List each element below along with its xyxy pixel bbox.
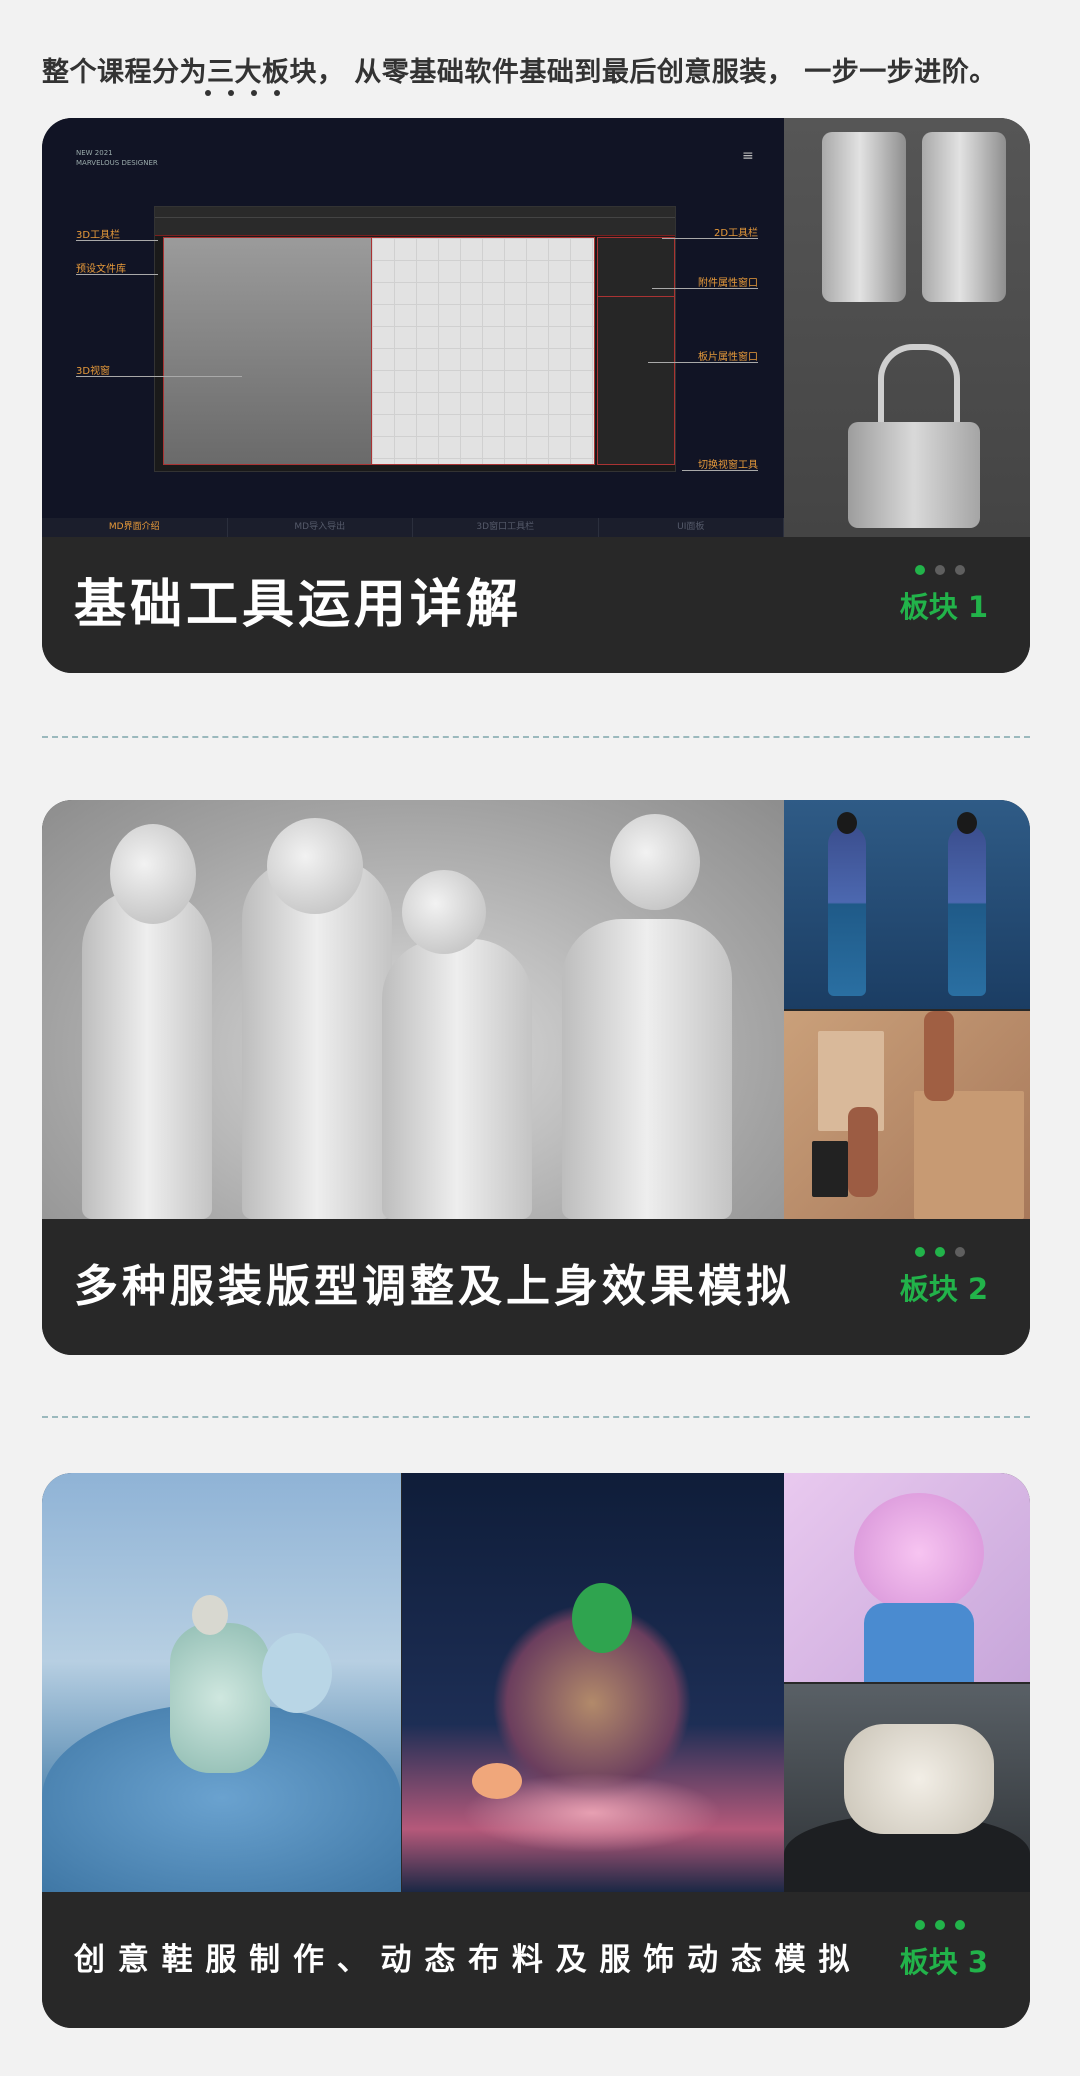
brand-line-1: NEW 2021 bbox=[76, 149, 113, 157]
flower-creature-render bbox=[402, 1473, 784, 1892]
bag-render bbox=[848, 422, 980, 528]
annotation-accessory-props: 附件属性窗口 bbox=[698, 278, 758, 289]
tab-md-import-export: MD导入导出 bbox=[228, 518, 413, 537]
property-panels bbox=[597, 237, 675, 465]
candy-render-1 bbox=[822, 132, 906, 302]
socks-product-photo bbox=[784, 1011, 1030, 1219]
section-card-3: 创 意 鞋 服 制 作 、 动 态 布 料 及 服 饰 动 态 模 拟 板块 3 bbox=[42, 1473, 1030, 2028]
section-card-1: NEW 2021 MARVELOUS DESIGNER ≡ 3D工具栏 预设文件… bbox=[42, 118, 1030, 673]
shoe-render bbox=[784, 1684, 1030, 1894]
section-title: 创 意 鞋 服 制 作 、 动 态 布 料 及 服 饰 动 态 模 拟 bbox=[74, 1942, 851, 1978]
section-title: 基础工具运用详解 bbox=[74, 575, 523, 635]
brand-line-2: MARVELOUS DESIGNER bbox=[76, 159, 158, 167]
costume-photo bbox=[784, 800, 1030, 1009]
viewport-2d bbox=[371, 237, 595, 465]
annotation-preset-library: 预设文件库 bbox=[76, 264, 126, 275]
menu-icon: ≡ bbox=[742, 148, 754, 164]
characters-render bbox=[42, 800, 784, 1219]
annotation-3d-viewport: 3D视窗 bbox=[76, 366, 111, 377]
section-card-2: 多种服装版型调整及上身效果模拟 板块 2 bbox=[42, 800, 1030, 1355]
emphasis-dots bbox=[205, 90, 280, 96]
section-title: 多种服装版型调整及上身效果模拟 bbox=[74, 1261, 794, 1312]
dashed-divider bbox=[42, 736, 1030, 738]
app-toolbar bbox=[155, 207, 675, 236]
dashed-divider bbox=[42, 1416, 1030, 1418]
section-badge: 板块 1 bbox=[899, 590, 988, 624]
annotation-3d-toolbar: 3D工具栏 bbox=[76, 230, 121, 241]
intro-text: 整个课程分为三大板块， 从零基础软件基础到最后创意服装， 一步一步进阶。 bbox=[42, 57, 997, 88]
section-caption-bar: 多种服装版型调整及上身效果模拟 板块 2 bbox=[42, 1219, 1030, 1355]
app-window bbox=[154, 206, 676, 472]
section-caption-bar: 基础工具运用详解 板块 1 bbox=[42, 537, 1030, 673]
section-caption-bar: 创 意 鞋 服 制 作 、 动 态 布 料 及 服 饰 动 态 模 拟 板块 3 bbox=[42, 1892, 1030, 2028]
annotation-2d-toolbar: 2D工具栏 bbox=[714, 228, 759, 239]
annotation-switch-view: 切换视窗工具 bbox=[698, 460, 758, 471]
tab-md-ui: MD界面介绍 bbox=[42, 518, 228, 537]
annotation-panel-props: 板片属性窗口 bbox=[698, 352, 758, 363]
software-screenshot: NEW 2021 MARVELOUS DESIGNER ≡ 3D工具栏 预设文件… bbox=[42, 118, 784, 537]
brand-text: NEW 2021 MARVELOUS DESIGNER bbox=[76, 148, 158, 168]
pink-jacket-render bbox=[784, 1473, 1030, 1682]
viewport-3d bbox=[163, 237, 373, 465]
section-badge: 板块 3 bbox=[899, 1945, 988, 1979]
section-badge: 板块 2 bbox=[899, 1272, 988, 1306]
puffer-jacket-render bbox=[42, 1473, 401, 1893]
candy-render-2 bbox=[922, 132, 1006, 302]
tab-ui-panel: UI面板 bbox=[599, 518, 784, 537]
tab-3d-toolbar: 3D窗口工具栏 bbox=[413, 518, 599, 537]
software-tabs: MD界面介绍 MD导入导出 3D窗口工具栏 UI面板 bbox=[42, 518, 784, 537]
